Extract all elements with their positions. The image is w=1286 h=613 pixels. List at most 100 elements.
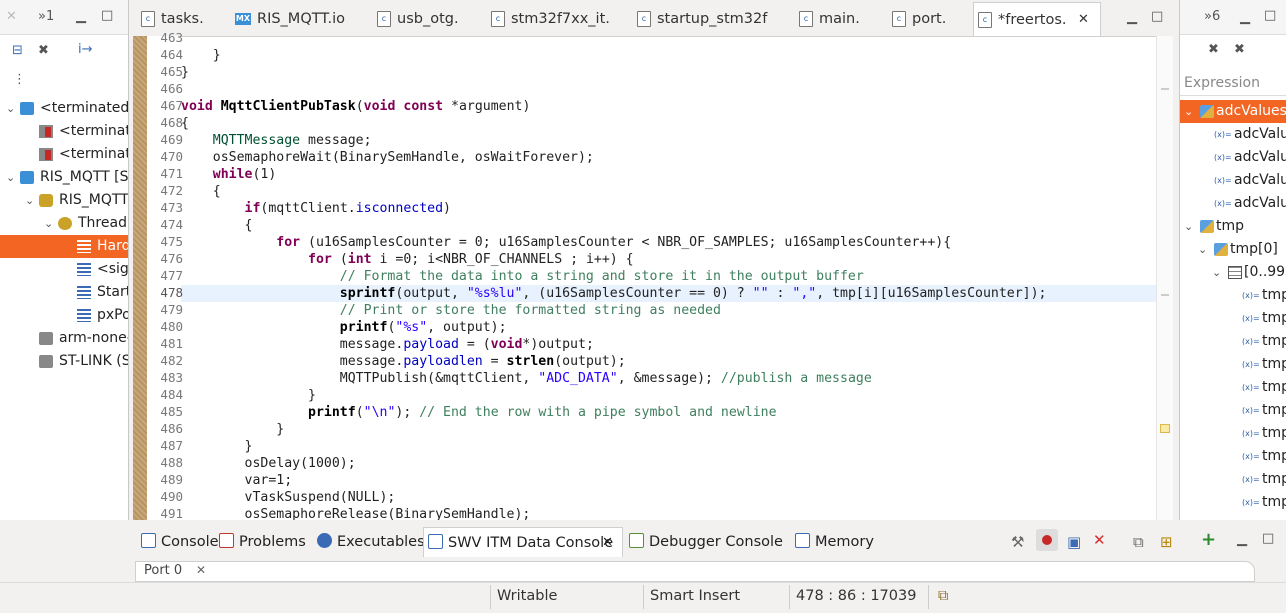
code-line[interactable]: var=1; — [181, 472, 293, 489]
expression-row[interactable]: (x)=tmp[0][9] — [1180, 491, 1286, 514]
maximize-icon[interactable]: □ — [101, 8, 113, 24]
expression-row[interactable]: (x)=tmp[0][0] — [1180, 284, 1286, 307]
debug-tree-row[interactable]: pxPortInitialiseStack() — [0, 304, 128, 327]
console-tab[interactable]: Executables — [313, 527, 425, 557]
expand-arrow-icon[interactable]: ⌄ — [1184, 215, 1193, 238]
expression-row[interactable]: (x)=tmp[0][8] — [1180, 468, 1286, 491]
expression-row[interactable]: (x)=tmp[0][2] — [1180, 330, 1286, 353]
console-tab[interactable]: Problems — [215, 527, 311, 557]
expression-row[interactable]: (x)=tmp[0][1] — [1180, 307, 1286, 330]
expression-row[interactable]: (x)=adcValues[3] — [1180, 192, 1286, 215]
expand-arrow-icon[interactable]: ⌄ — [6, 97, 15, 120]
expression-row[interactable]: (x)=adcValues[1] — [1180, 146, 1286, 169]
code-line[interactable]: MQTTMessage message; — [181, 132, 372, 149]
expand-arrow-icon[interactable]: ⌄ — [1212, 261, 1221, 284]
code-line[interactable]: osSemaphoreRelease(BinarySemHandle); — [181, 506, 531, 520]
save-icon[interactable]: ▣ — [1067, 534, 1081, 550]
debug-tree-row[interactable]: <terminated> — [0, 143, 128, 166]
code-line[interactable]: } — [181, 387, 316, 404]
code-line[interactable]: // Format the data into a string and sto… — [181, 268, 864, 285]
debug-tree-row[interactable]: ⌄ <terminated> — [0, 97, 128, 120]
minimize-icon[interactable]: ▁ — [76, 9, 86, 25]
close-tab-icon[interactable]: ✕ — [1078, 3, 1089, 37]
console-tab[interactable]: Debugger Console — [625, 527, 787, 557]
code-line[interactable]: vTaskSuspend(NULL); — [181, 489, 396, 506]
editor-tab[interactable]: c port. — [888, 2, 968, 36]
code-line[interactable]: printf("\n"); // End the row with a pipe… — [181, 404, 776, 421]
code-line[interactable]: } — [181, 421, 284, 438]
status-tool-icon[interactable]: ⧉ — [938, 583, 948, 613]
editor-tab[interactable]: MX RIS_MQTT.io — [231, 2, 361, 36]
maximize-icon[interactable]: □ — [1264, 8, 1276, 24]
debug-tree-row[interactable]: ⌄ Thread #1 — [0, 212, 128, 235]
close-tab-icon[interactable]: ✕ — [602, 528, 613, 558]
code-line[interactable]: // Print or store the formatted string a… — [181, 302, 721, 319]
editor-maximize-icon[interactable]: □ — [1151, 9, 1163, 25]
debug-tree-row[interactable]: HardFault_Handler() — [0, 235, 128, 258]
code-line[interactable]: for (u16SamplesCounter = 0; u16SamplesCo… — [181, 234, 951, 251]
expression-row[interactable]: ⌄ adcValues — [1180, 100, 1286, 123]
code-line[interactable]: { — [181, 183, 221, 200]
expression-row[interactable]: ⌄ tmp[0] — [1180, 238, 1286, 261]
view-menu-icon[interactable]: ⋮ — [13, 72, 26, 88]
debug-tree-row[interactable]: ⌄ RIS_MQTT [STM32] — [0, 166, 128, 189]
editor-tab[interactable]: c *freertos. ✕ — [973, 2, 1101, 36]
clear-icon[interactable]: ✕ — [1093, 532, 1106, 548]
expression-row[interactable]: (x)=tmp[0][5] — [1180, 399, 1286, 422]
expand-arrow-icon[interactable]: ⌄ — [1198, 238, 1207, 261]
code-line[interactable]: for (int i =0; i<NBR_OF_CHANNELS ; i++) … — [181, 251, 634, 268]
collapse-all-icon[interactable]: ⊟ — [12, 43, 23, 59]
debug-tree-row[interactable]: StartDefaultTask() — [0, 281, 128, 304]
console-tab[interactable]: SWV ITM Data Console ✕ — [423, 527, 623, 557]
code-line[interactable]: osDelay(1000); — [181, 455, 356, 472]
editor-tab[interactable]: c main. — [795, 2, 875, 36]
code-line[interactable]: sprintf(output, "%s%lu", (u16SamplesCoun… — [181, 285, 1159, 302]
expression-row[interactable]: (x)=adcValues[2] — [1180, 169, 1286, 192]
minimize-icon[interactable]: ▁ — [1240, 10, 1250, 26]
expression-row[interactable]: (x)=tmp[0][3] — [1180, 353, 1286, 376]
code-line[interactable]: osSemaphoreWait(BinarySemHandle, osWaitF… — [181, 149, 594, 166]
code-line[interactable]: { — [181, 217, 253, 234]
code-line[interactable]: } — [181, 438, 253, 455]
editor-tab[interactable]: c startup_stm32f — [633, 2, 783, 36]
debug-tree-row[interactable]: arm-none-eabi-gdb — [0, 327, 128, 350]
code-line[interactable]: while(1) — [181, 166, 277, 183]
editor-minimize-icon[interactable]: ▁ — [1127, 10, 1137, 26]
code-line[interactable]: printf("%s", output); — [181, 319, 507, 336]
console-minimize-icon[interactable]: ▁ — [1237, 532, 1247, 548]
record-button[interactable] — [1036, 529, 1058, 551]
editor-tab[interactable]: c stm32f7xx_it. — [487, 2, 617, 36]
expand-arrow-icon[interactable]: ⌄ — [1184, 100, 1193, 123]
expression-row[interactable]: (x)=tmp[0][7] — [1180, 445, 1286, 468]
expression-row[interactable]: (x)=adcValues[0] — [1180, 123, 1286, 146]
console-maximize-icon[interactable]: □ — [1262, 531, 1274, 547]
lock-icon[interactable]: ⊞ — [1160, 534, 1173, 550]
debug-tree-row[interactable]: <signal handler called> — [0, 258, 128, 281]
code-line[interactable]: if(mqttClient.isconnected) — [181, 200, 451, 217]
code-line[interactable]: message.payloadlen = strlen(output); — [181, 353, 626, 370]
expand-arrow-icon[interactable]: ⌄ — [6, 166, 15, 189]
code-line[interactable]: message.payload = (void*)output; — [181, 336, 594, 353]
remove-all-expressions-icon[interactable]: ✖ — [1234, 42, 1245, 58]
console-tab[interactable]: Memory — [791, 527, 875, 557]
overflow-tabs-button[interactable]: »6 — [1204, 9, 1220, 25]
remove-terminated-icon[interactable]: ✖ — [38, 43, 49, 59]
copy-icon[interactable]: ⧉ — [1133, 534, 1144, 550]
expression-row[interactable]: ⌄ [0..99] — [1180, 261, 1286, 284]
expression-row[interactable]: (x)=tmp[0][6] — [1180, 422, 1286, 445]
step-filter-icon[interactable]: i→ — [78, 42, 93, 58]
code-line[interactable]: MQTTPublish(&mqttClient, "ADC_DATA", &me… — [181, 370, 872, 387]
overview-ruler[interactable] — [1156, 36, 1173, 520]
debug-tree-row[interactable]: ST-LINK (ST-LINK GDB server) — [0, 350, 128, 373]
expression-row[interactable]: ⌄ tmp — [1180, 215, 1286, 238]
search-marker-icon[interactable] — [1160, 424, 1170, 433]
port-tab-close-icon[interactable]: ✕ — [196, 563, 206, 577]
code-line[interactable]: } — [181, 47, 221, 64]
add-port-icon[interactable]: + — [1201, 531, 1216, 549]
close-icon[interactable]: ✕ — [6, 9, 17, 25]
editor-tab[interactable]: c usb_otg. — [373, 2, 473, 36]
debug-tree-row[interactable]: <terminated> — [0, 120, 128, 143]
code-area[interactable]: }} void MqttClientPubTask(void const *arg… — [181, 36, 1159, 520]
remove-expression-icon[interactable]: ✖ — [1208, 42, 1219, 58]
overflow-tabs-button[interactable]: »1 — [38, 9, 54, 25]
